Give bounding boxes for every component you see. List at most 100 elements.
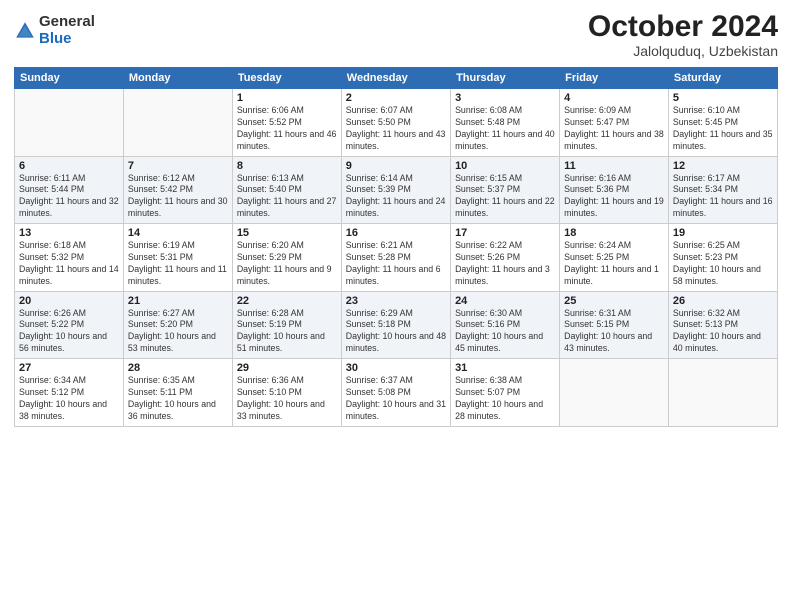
calendar-cell — [123, 89, 232, 157]
calendar-cell: 23Sunrise: 6:29 AMSunset: 5:18 PMDayligh… — [341, 291, 450, 359]
calendar-cell: 14Sunrise: 6:19 AMSunset: 5:31 PMDayligh… — [123, 224, 232, 292]
cell-details: Sunrise: 6:21 AMSunset: 5:28 PMDaylight:… — [346, 240, 446, 288]
page: General Blue October 2024 Jalolquduq, Uz… — [0, 0, 792, 612]
cell-details: Sunrise: 6:20 AMSunset: 5:29 PMDaylight:… — [237, 240, 337, 288]
day-number: 23 — [346, 295, 446, 307]
cell-details: Sunrise: 6:34 AMSunset: 5:12 PMDaylight:… — [19, 375, 119, 423]
calendar-header-row: SundayMondayTuesdayWednesdayThursdayFrid… — [15, 68, 778, 89]
calendar-cell: 30Sunrise: 6:37 AMSunset: 5:08 PMDayligh… — [341, 359, 450, 427]
day-number: 17 — [455, 227, 555, 239]
cell-details: Sunrise: 6:38 AMSunset: 5:07 PMDaylight:… — [455, 375, 555, 423]
cell-details: Sunrise: 6:10 AMSunset: 5:45 PMDaylight:… — [673, 105, 773, 153]
calendar-table: SundayMondayTuesdayWednesdayThursdayFrid… — [14, 67, 778, 427]
calendar-cell: 3Sunrise: 6:08 AMSunset: 5:48 PMDaylight… — [451, 89, 560, 157]
logo-text: General Blue — [39, 14, 95, 47]
cell-details: Sunrise: 6:29 AMSunset: 5:18 PMDaylight:… — [346, 308, 446, 356]
calendar-week-row: 1Sunrise: 6:06 AMSunset: 5:52 PMDaylight… — [15, 89, 778, 157]
cell-details: Sunrise: 6:07 AMSunset: 5:50 PMDaylight:… — [346, 105, 446, 153]
weekday-header-sunday: Sunday — [15, 68, 124, 89]
calendar-cell: 31Sunrise: 6:38 AMSunset: 5:07 PMDayligh… — [451, 359, 560, 427]
cell-details: Sunrise: 6:31 AMSunset: 5:15 PMDaylight:… — [564, 308, 664, 356]
calendar-cell: 9Sunrise: 6:14 AMSunset: 5:39 PMDaylight… — [341, 156, 450, 224]
calendar-cell: 18Sunrise: 6:24 AMSunset: 5:25 PMDayligh… — [560, 224, 669, 292]
cell-details: Sunrise: 6:08 AMSunset: 5:48 PMDaylight:… — [455, 105, 555, 153]
calendar-cell: 19Sunrise: 6:25 AMSunset: 5:23 PMDayligh… — [668, 224, 777, 292]
weekday-header-wednesday: Wednesday — [341, 68, 450, 89]
logo-general: General — [39, 14, 95, 31]
calendar-cell: 11Sunrise: 6:16 AMSunset: 5:36 PMDayligh… — [560, 156, 669, 224]
calendar-week-row: 13Sunrise: 6:18 AMSunset: 5:32 PMDayligh… — [15, 224, 778, 292]
calendar-cell: 21Sunrise: 6:27 AMSunset: 5:20 PMDayligh… — [123, 291, 232, 359]
cell-details: Sunrise: 6:35 AMSunset: 5:11 PMDaylight:… — [128, 375, 228, 423]
cell-details: Sunrise: 6:06 AMSunset: 5:52 PMDaylight:… — [237, 105, 337, 153]
month-title: October 2024 — [588, 10, 778, 43]
logo: General Blue — [14, 14, 95, 47]
cell-details: Sunrise: 6:11 AMSunset: 5:44 PMDaylight:… — [19, 173, 119, 221]
cell-details: Sunrise: 6:26 AMSunset: 5:22 PMDaylight:… — [19, 308, 119, 356]
calendar-cell: 28Sunrise: 6:35 AMSunset: 5:11 PMDayligh… — [123, 359, 232, 427]
day-number: 5 — [673, 92, 773, 104]
cell-details: Sunrise: 6:19 AMSunset: 5:31 PMDaylight:… — [128, 240, 228, 288]
day-number: 10 — [455, 160, 555, 172]
day-number: 30 — [346, 362, 446, 374]
calendar-cell: 20Sunrise: 6:26 AMSunset: 5:22 PMDayligh… — [15, 291, 124, 359]
day-number: 20 — [19, 295, 119, 307]
calendar-cell: 25Sunrise: 6:31 AMSunset: 5:15 PMDayligh… — [560, 291, 669, 359]
day-number: 26 — [673, 295, 773, 307]
calendar-cell: 7Sunrise: 6:12 AMSunset: 5:42 PMDaylight… — [123, 156, 232, 224]
day-number: 9 — [346, 160, 446, 172]
calendar-cell: 26Sunrise: 6:32 AMSunset: 5:13 PMDayligh… — [668, 291, 777, 359]
logo-icon — [14, 20, 36, 42]
calendar-cell: 10Sunrise: 6:15 AMSunset: 5:37 PMDayligh… — [451, 156, 560, 224]
calendar-cell: 22Sunrise: 6:28 AMSunset: 5:19 PMDayligh… — [232, 291, 341, 359]
calendar-cell: 2Sunrise: 6:07 AMSunset: 5:50 PMDaylight… — [341, 89, 450, 157]
cell-details: Sunrise: 6:37 AMSunset: 5:08 PMDaylight:… — [346, 375, 446, 423]
day-number: 25 — [564, 295, 664, 307]
calendar-cell: 24Sunrise: 6:30 AMSunset: 5:16 PMDayligh… — [451, 291, 560, 359]
calendar-cell: 17Sunrise: 6:22 AMSunset: 5:26 PMDayligh… — [451, 224, 560, 292]
calendar-week-row: 6Sunrise: 6:11 AMSunset: 5:44 PMDaylight… — [15, 156, 778, 224]
weekday-header-monday: Monday — [123, 68, 232, 89]
day-number: 1 — [237, 92, 337, 104]
day-number: 19 — [673, 227, 773, 239]
weekday-header-thursday: Thursday — [451, 68, 560, 89]
calendar-cell: 4Sunrise: 6:09 AMSunset: 5:47 PMDaylight… — [560, 89, 669, 157]
day-number: 8 — [237, 160, 337, 172]
day-number: 27 — [19, 362, 119, 374]
day-number: 18 — [564, 227, 664, 239]
cell-details: Sunrise: 6:27 AMSunset: 5:20 PMDaylight:… — [128, 308, 228, 356]
weekday-header-friday: Friday — [560, 68, 669, 89]
calendar-cell: 29Sunrise: 6:36 AMSunset: 5:10 PMDayligh… — [232, 359, 341, 427]
cell-details: Sunrise: 6:36 AMSunset: 5:10 PMDaylight:… — [237, 375, 337, 423]
cell-details: Sunrise: 6:15 AMSunset: 5:37 PMDaylight:… — [455, 173, 555, 221]
day-number: 28 — [128, 362, 228, 374]
day-number: 11 — [564, 160, 664, 172]
cell-details: Sunrise: 6:09 AMSunset: 5:47 PMDaylight:… — [564, 105, 664, 153]
calendar-cell — [560, 359, 669, 427]
title-block: October 2024 Jalolquduq, Uzbekistan — [588, 10, 778, 59]
day-number: 2 — [346, 92, 446, 104]
day-number: 29 — [237, 362, 337, 374]
calendar-cell: 27Sunrise: 6:34 AMSunset: 5:12 PMDayligh… — [15, 359, 124, 427]
cell-details: Sunrise: 6:30 AMSunset: 5:16 PMDaylight:… — [455, 308, 555, 356]
day-number: 12 — [673, 160, 773, 172]
day-number: 21 — [128, 295, 228, 307]
calendar-cell: 15Sunrise: 6:20 AMSunset: 5:29 PMDayligh… — [232, 224, 341, 292]
cell-details: Sunrise: 6:16 AMSunset: 5:36 PMDaylight:… — [564, 173, 664, 221]
location: Jalolquduq, Uzbekistan — [588, 43, 778, 59]
cell-details: Sunrise: 6:32 AMSunset: 5:13 PMDaylight:… — [673, 308, 773, 356]
day-number: 31 — [455, 362, 555, 374]
calendar-cell: 5Sunrise: 6:10 AMSunset: 5:45 PMDaylight… — [668, 89, 777, 157]
day-number: 14 — [128, 227, 228, 239]
calendar-week-row: 20Sunrise: 6:26 AMSunset: 5:22 PMDayligh… — [15, 291, 778, 359]
calendar-cell — [668, 359, 777, 427]
day-number: 13 — [19, 227, 119, 239]
day-number: 4 — [564, 92, 664, 104]
calendar-cell: 6Sunrise: 6:11 AMSunset: 5:44 PMDaylight… — [15, 156, 124, 224]
calendar-cell: 8Sunrise: 6:13 AMSunset: 5:40 PMDaylight… — [232, 156, 341, 224]
cell-details: Sunrise: 6:13 AMSunset: 5:40 PMDaylight:… — [237, 173, 337, 221]
header: General Blue October 2024 Jalolquduq, Uz… — [14, 10, 778, 59]
calendar-cell: 1Sunrise: 6:06 AMSunset: 5:52 PMDaylight… — [232, 89, 341, 157]
day-number: 24 — [455, 295, 555, 307]
weekday-header-tuesday: Tuesday — [232, 68, 341, 89]
